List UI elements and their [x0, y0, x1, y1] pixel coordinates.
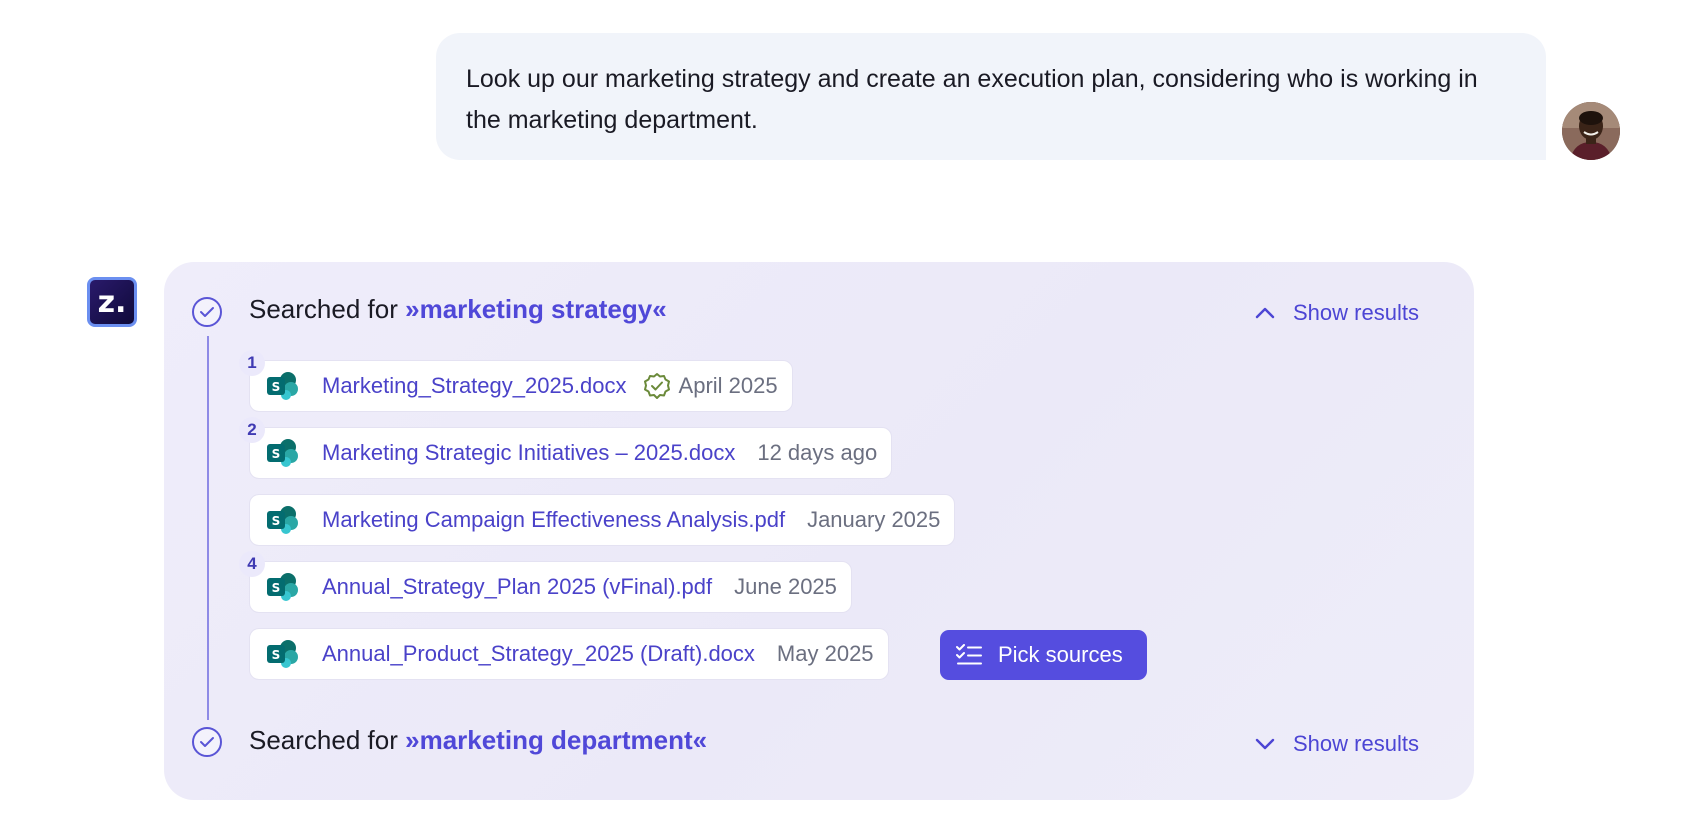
svg-text:S: S	[272, 447, 281, 461]
user-avatar-image	[1562, 102, 1620, 160]
step-complete-check-icon	[192, 297, 222, 327]
result-chip[interactable]: S Annual_Strategy_Plan 2025 (vFinal).pdf…	[249, 561, 852, 613]
svg-text:S: S	[272, 514, 281, 528]
result-date: 12 days ago	[757, 440, 878, 465]
search-step-title: Searched for »marketing strategy«	[249, 294, 667, 325]
result-file-name: Marketing Campaign Effectiveness Analysi…	[322, 507, 786, 532]
search-step-title: Searched for »marketing department«	[249, 725, 707, 756]
toggle-results-label: Show results	[1293, 731, 1419, 756]
toggle-results-label: Show results	[1293, 300, 1419, 325]
result-chip[interactable]: S Marketing Strategic Initiatives – 2025…	[249, 427, 893, 479]
result-date: January 2025	[807, 507, 941, 532]
result-date: May 2025	[776, 641, 874, 666]
result-index-badge: 4	[239, 551, 265, 577]
user-message-text: Look up our marketing strategy and creat…	[466, 65, 1478, 134]
result-chip[interactable]: S Marketing_Strategy_2025.docx April 202…	[249, 360, 793, 412]
sharepoint-icon: S	[266, 572, 300, 602]
pick-sources-label: Pick sources	[998, 642, 1123, 667]
chevron-down-icon	[1255, 738, 1275, 750]
verified-badge-icon	[643, 372, 671, 400]
result-file-name: Annual_Strategy_Plan 2025 (vFinal).pdf	[322, 574, 713, 599]
user-message-bubble: Look up our marketing strategy and creat…	[436, 33, 1546, 160]
svg-text:S: S	[272, 380, 281, 394]
result-date: June 2025	[734, 574, 837, 599]
checklist-icon	[956, 644, 982, 665]
search-prefix: Searched for	[249, 725, 398, 755]
sharepoint-icon: S	[266, 371, 300, 401]
timeline-connector	[207, 336, 209, 720]
toggle-results-button[interactable]: Show results	[1255, 731, 1419, 757]
sharepoint-icon: S	[266, 639, 300, 669]
chevron-up-icon	[1255, 307, 1275, 319]
result-chip[interactable]: S Marketing Campaign Effectiveness Analy…	[249, 494, 956, 546]
result-date: April 2025	[678, 373, 778, 398]
user-avatar	[1562, 102, 1620, 160]
search-query: »marketing strategy«	[405, 294, 667, 324]
search-prefix: Searched for	[249, 294, 398, 324]
assistant-logo-text: z.	[97, 284, 127, 320]
assistant-logo: z.	[87, 277, 137, 327]
result-index-badge: 1	[239, 350, 265, 376]
toggle-results-button[interactable]: Show results	[1255, 300, 1419, 326]
result-file-name: Marketing Strategic Initiatives – 2025.d…	[322, 440, 736, 465]
svg-text:S: S	[272, 581, 281, 595]
search-query: »marketing department«	[405, 725, 708, 755]
result-file-name: Annual_Product_Strategy_2025 (Draft).doc…	[322, 641, 755, 666]
pick-sources-button[interactable]: Pick sources	[940, 630, 1147, 680]
sharepoint-icon: S	[266, 438, 300, 468]
result-index-badge: 2	[239, 417, 265, 443]
sharepoint-icon: S	[266, 505, 300, 535]
result-chip[interactable]: S Annual_Product_Strategy_2025 (Draft).d…	[249, 628, 889, 680]
result-file-name: Marketing_Strategy_2025.docx	[322, 373, 627, 398]
svg-text:S: S	[272, 648, 281, 662]
step-complete-check-icon	[192, 727, 222, 757]
